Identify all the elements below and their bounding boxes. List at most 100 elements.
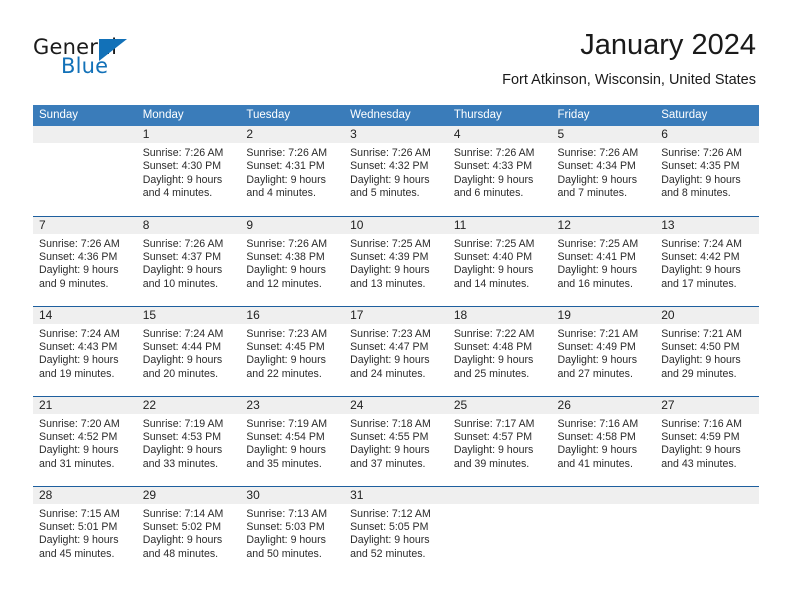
day-details: Sunrise: 7:12 AM Sunset: 5:05 PM Daylight:… [344,504,448,562]
day-cell-inner: 7 Sunrise: 7:26 AM Sunset: 4:36 PM Daylight… [33,216,137,306]
calendar-day-cell[interactable]: 28 Sunrise: 7:15 AM Sunset: 5:01 PM Dayligh… [33,485,137,576]
calendar-day-cell[interactable]: 4 Sunrise: 7:26 AM Sunset: 4:33 PM Daylight… [447,126,552,216]
calendar-day-cell-empty [655,485,759,576]
daylight-text: and 45 minutes. [39,547,115,560]
weekday-header-wednesday: Wednesday [344,105,448,126]
daylight-text: Daylight: 9 hours [142,354,223,367]
calendar-page: General Blue January 2024 Fort Atkinson,… [0,0,792,612]
day-details: Sunrise: 7:25 AM Sunset: 4:40 PM Daylight:… [448,234,552,292]
calendar-day-cell[interactable]: 24 Sunrise: 7:18 AM Sunset: 4:55 PM Dayligh… [344,395,448,486]
calendar-week-row: 14 Sunrise: 7:24 AM Sunset: 4:43 PM Dayligh… [33,305,759,396]
sunrise-text: Sunrise: 7:26 AM [453,147,535,159]
daylight-text: Daylight: 9 hours [557,264,638,277]
calendar-day-cell[interactable]: 29 Sunrise: 7:14 AM Sunset: 5:02 PM Dayligh… [136,485,241,577]
day-cell-inner: 20 Sunrise: 7:21 AM Sunset: 4:50 PM Dayligh… [655,306,759,396]
day-cell-inner: 26 Sunrise: 7:16 AM Sunset: 4:58 PM Dayligh… [551,396,656,486]
day-cell-inner: 12 Sunrise: 7:25 AM Sunset: 4:41 PM Dayligh… [551,216,656,306]
day-number: 29 [136,486,241,504]
calendar-day-cell[interactable]: 8 Sunrise: 7:26 AM Sunset: 4:37 PM Daylight… [136,215,241,306]
calendar-day-cell[interactable]: 27 Sunrise: 7:16 AM Sunset: 4:59 PM Dayligh… [655,395,759,486]
calendar-day-cell[interactable]: 19 Sunrise: 7:21 AM Sunset: 4:49 PM Dayligh… [551,305,656,396]
calendar-day-cell[interactable]: 23 Sunrise: 7:19 AM Sunset: 4:54 PM Dayligh… [240,395,345,486]
calendar-day-cell[interactable]: 13 Sunrise: 7:24 AM Sunset: 4:42 PM Dayligh… [655,215,759,306]
day-cell-inner: 11 Sunrise: 7:25 AM Sunset: 4:40 PM Dayligh… [447,216,552,306]
calendar-day-cell[interactable]: 10 Sunrise: 7:25 AM Sunset: 4:39 PM Dayligh… [344,215,448,306]
calendar-day-cell[interactable]: 9 Sunrise: 7:26 AM Sunset: 4:38 PM Daylight… [240,215,345,306]
calendar-day-cell[interactable]: 21 Sunrise: 7:20 AM Sunset: 4:52 PM Dayligh… [33,395,137,486]
daylight-text: Daylight: 9 hours [39,534,119,547]
day-details: Sunrise: 7:19 AM Sunset: 4:54 PM Daylight:… [240,414,344,472]
day-cell-inner: 17 Sunrise: 7:23 AM Sunset: 4:47 PM Dayligh… [344,306,448,396]
calendar-day-cell[interactable]: 3 Sunrise: 7:26 AM Sunset: 4:32 PM Daylight… [344,126,448,216]
day-number: 3 [344,126,448,143]
weekday-header-thursday: Thursday [447,105,552,126]
sunrise-text: Sunrise: 7:26 AM [661,147,742,159]
weekday-header-friday: Friday [551,105,656,126]
day-details: Sunrise: 7:23 AM Sunset: 4:47 PM Daylight:… [344,324,448,382]
day-number: 13 [655,216,759,234]
sunset-text: Sunset: 4:41 PM [557,250,636,263]
calendar-week-row: 21 Sunrise: 7:20 AM Sunset: 4:52 PM Dayligh… [33,395,759,486]
day-details: Sunrise: 7:26 AM Sunset: 4:37 PM Daylight:… [137,234,241,292]
calendar-day-cell[interactable]: 15 Sunrise: 7:24 AM Sunset: 4:44 PM Dayligh… [136,305,241,396]
calendar-day-cell[interactable]: 12 Sunrise: 7:25 AM Sunset: 4:41 PM Dayligh… [551,215,656,306]
sunrise-text: Sunrise: 7:26 AM [350,147,431,159]
sunrise-text: Sunrise: 7:24 AM [39,327,120,340]
sunset-text: Sunset: 5:01 PM [39,520,118,533]
calendar-day-cell[interactable]: 5 Sunrise: 7:26 AM Sunset: 4:34 PM Daylight… [551,126,656,216]
sunrise-text: Sunrise: 7:16 AM [557,417,639,430]
calendar-day-cell[interactable]: 1 Sunrise: 7:26 AM Sunset: 4:30 PM Daylight… [136,126,241,216]
calendar-day-cell[interactable]: 18 Sunrise: 7:22 AM Sunset: 4:48 PM Dayligh… [447,305,552,396]
calendar-day-cell[interactable]: 16 Sunrise: 7:23 AM Sunset: 4:45 PM Dayligh… [240,305,345,396]
calendar-day-cell[interactable]: 30 Sunrise: 7:13 AM Sunset: 5:03 PM Dayligh… [240,485,345,576]
day-number: 1 [136,126,241,143]
page-title: January 2024 [580,29,756,61]
daylight-text: and 19 minutes. [39,367,115,380]
day-cell-inner: 31 Sunrise: 7:12 AM Sunset: 5:05 PM Dayligh… [344,486,448,577]
day-details: Sunrise: 7:25 AM Sunset: 4:39 PM Daylight:… [344,234,448,292]
brand-blue-text: Blue [61,54,109,78]
daylight-text: Daylight: 9 hours [246,354,326,367]
sunset-text: Sunset: 4:44 PM [142,340,222,353]
calendar-day-cell[interactable]: 2 Sunrise: 7:26 AM Sunset: 4:31 PM Daylight… [240,126,345,216]
daylight-text: Daylight: 9 hours [39,354,119,367]
day-number: 26 [551,396,656,414]
sunset-text: Sunset: 4:49 PM [557,340,636,353]
sunset-text: Sunset: 4:45 PM [246,340,325,353]
day-number: 19 [551,306,656,324]
day-details: Sunrise: 7:24 AM Sunset: 4:44 PM Daylight:… [137,324,241,382]
day-number: 24 [344,396,448,414]
weekday-header-monday: Monday [136,105,241,126]
calendar-day-cell[interactable]: 6 Sunrise: 7:26 AM Sunset: 4:35 PM Daylight… [655,126,759,216]
calendar-day-cell[interactable]: 22 Sunrise: 7:19 AM Sunset: 4:53 PM Dayligh… [136,395,241,486]
calendar-day-cell[interactable]: 17 Sunrise: 7:23 AM Sunset: 4:47 PM Dayligh… [344,305,448,396]
daylight-text: Daylight: 9 hours [661,354,741,367]
day-cell-inner: 29 Sunrise: 7:14 AM Sunset: 5:02 PM Dayligh… [136,486,241,577]
day-cell-inner: 21 Sunrise: 7:20 AM Sunset: 4:52 PM Dayligh… [33,396,137,486]
calendar-day-cell[interactable]: 11 Sunrise: 7:25 AM Sunset: 4:40 PM Dayligh… [447,215,552,306]
sunrise-text: Sunrise: 7:22 AM [453,327,535,340]
calendar-day-cell-empty [447,485,552,576]
calendar-day-cell[interactable]: 14 Sunrise: 7:24 AM Sunset: 4:43 PM Dayligh… [33,305,137,396]
calendar-day-cell[interactable]: 20 Sunrise: 7:21 AM Sunset: 4:50 PM Dayligh… [655,305,759,396]
daylight-text: and 4 minutes. [142,187,213,200]
calendar-day-cell[interactable]: 26 Sunrise: 7:16 AM Sunset: 4:58 PM Dayligh… [551,395,656,486]
day-cell-inner: 8 Sunrise: 7:26 AM Sunset: 4:37 PM Daylight… [136,216,241,306]
sunrise-text: Sunrise: 7:26 AM [557,147,639,159]
calendar-day-cell[interactable]: 7 Sunrise: 7:26 AM Sunset: 4:36 PM Daylight… [33,215,137,306]
sunset-text: Sunset: 4:53 PM [142,430,222,443]
day-cell-inner: 5 Sunrise: 7:26 AM Sunset: 4:34 PM Daylight… [551,126,656,216]
sunset-text: Sunset: 4:38 PM [246,250,325,263]
daylight-text: Daylight: 9 hours [350,173,430,186]
general-blue-logo[interactable]: General Blue [33,36,163,84]
calendar-day-cell[interactable]: 31 Sunrise: 7:12 AM Sunset: 5:05 PM Dayligh… [344,485,448,577]
sunset-text: Sunset: 4:52 PM [39,430,118,443]
calendar-day-cell[interactable]: 25 Sunrise: 7:17 AM Sunset: 4:57 PM Dayligh… [447,395,552,486]
day-details: Sunrise: 7:23 AM Sunset: 4:45 PM Daylight:… [240,324,344,382]
sunset-text: Sunset: 4:30 PM [142,160,222,173]
daylight-text: Daylight: 9 hours [557,354,638,367]
daylight-text: Daylight: 9 hours [661,173,741,186]
sunset-text: Sunset: 4:35 PM [661,160,740,173]
sunset-text: Sunset: 4:32 PM [350,160,429,173]
sunset-text: Sunset: 4:50 PM [661,340,740,353]
